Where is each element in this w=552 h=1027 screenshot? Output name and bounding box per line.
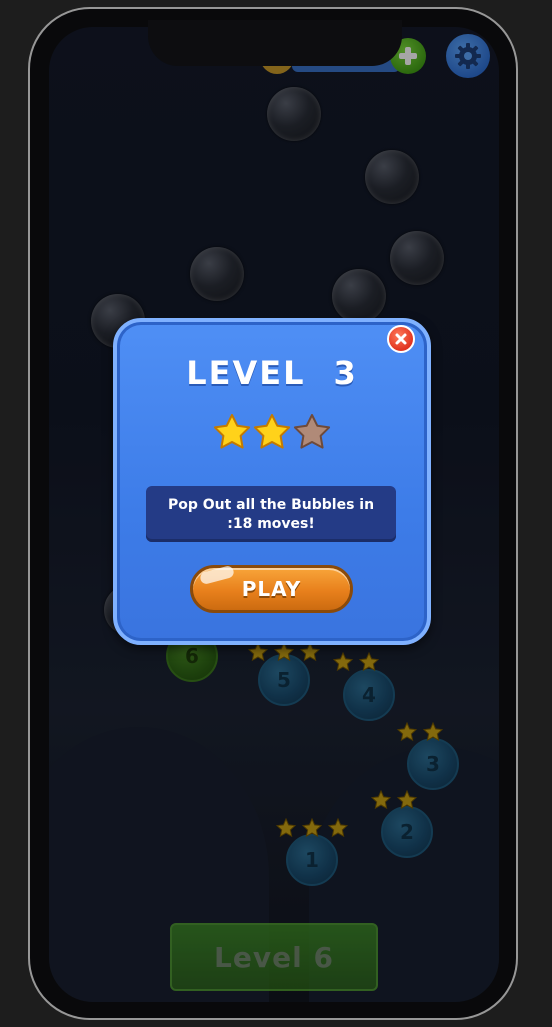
level-title-text: LEVEL <box>186 354 306 392</box>
current-level-button[interactable]: Level 6 <box>170 923 378 991</box>
star-empty-icon <box>293 414 331 449</box>
play-button-label: PLAY <box>241 577 302 601</box>
level-number: 3 <box>333 354 358 392</box>
current-level-label: Level 6 <box>214 940 334 974</box>
phone-notch <box>148 20 402 66</box>
level-title: LEVEL 3 <box>113 354 431 392</box>
level-objective: Pop Out all the Bubbles in :18 moves! <box>146 486 396 542</box>
star-filled-icon <box>213 414 251 449</box>
close-icon[interactable] <box>387 325 415 353</box>
star-filled-icon <box>253 414 291 449</box>
star-rating <box>212 412 332 452</box>
